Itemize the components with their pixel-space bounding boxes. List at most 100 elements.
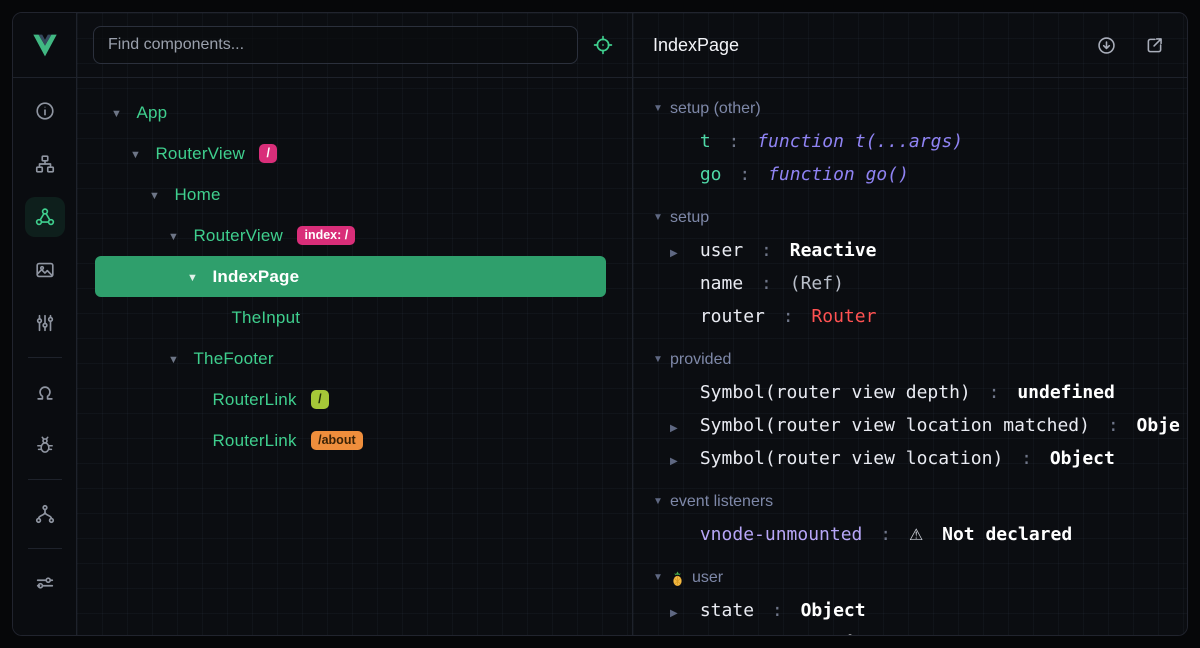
tree-row[interactable]: ▼ TheFooter xyxy=(95,338,606,379)
state-row[interactable]: ▶ name : (Ref) xyxy=(670,267,1187,300)
chevron-down-icon[interactable]: ▼ xyxy=(130,135,146,176)
sidebar-divider xyxy=(28,357,62,358)
tree-row[interactable]: ▼ App xyxy=(95,92,606,133)
section-header[interactable]: ▼ event listeners xyxy=(653,485,1187,518)
vertical-sliders-icon xyxy=(34,312,56,334)
info-icon xyxy=(34,100,56,122)
route-badge: /about xyxy=(311,431,363,450)
state-key: router xyxy=(700,306,765,327)
tree-row[interactable]: ▶ RouterLink / xyxy=(95,379,606,420)
state-key: Symbol(router view location) xyxy=(700,448,1003,469)
component-name: TheInput xyxy=(231,308,300,327)
state-section: ▼ event listeners ▶ vnode-unmounted : ⚠ … xyxy=(653,485,1187,551)
scroll-to-component-button[interactable] xyxy=(1089,28,1123,62)
route-badge: index: / xyxy=(297,226,355,245)
chevron-right-icon[interactable]: ▶ xyxy=(670,237,689,270)
sidebar-nav xyxy=(13,78,76,603)
components-toolbar xyxy=(77,13,632,78)
state-row[interactable]: ▶ Symbol(router view location) : Object xyxy=(670,442,1187,475)
state-row[interactable]: ▶ state : Object xyxy=(670,594,1187,627)
logo-area xyxy=(13,13,76,78)
component-name: IndexPage xyxy=(212,267,299,286)
section-title: setup xyxy=(670,209,709,227)
chevron-down-icon: ▼ xyxy=(653,103,670,114)
tree-row[interactable]: ▼ RouterView index: / xyxy=(95,215,606,256)
sidebar-item-pages[interactable] xyxy=(25,197,65,237)
tree-row[interactable]: ▶ TheInput xyxy=(95,297,606,338)
component-tree-icon xyxy=(34,153,56,175)
state-key: vnode-unmounted xyxy=(700,524,863,545)
separator: : xyxy=(783,306,794,327)
state-value: Object xyxy=(822,633,887,635)
sidebar-item-components[interactable] xyxy=(25,144,65,184)
sidebar-item-overview[interactable] xyxy=(25,91,65,131)
inspect-target-button[interactable] xyxy=(586,28,620,62)
search-input[interactable] xyxy=(93,26,578,64)
state-value: Reactive xyxy=(790,240,877,261)
chevron-down-icon[interactable]: ▼ xyxy=(168,217,184,258)
separator: : xyxy=(772,600,783,621)
section-header[interactable]: ▼ setup xyxy=(653,201,1187,234)
state-row[interactable]: ▶ go : function go() xyxy=(670,158,1187,191)
inspector-header: IndexPage xyxy=(633,13,1187,78)
selected-component-title: IndexPage xyxy=(653,35,739,56)
tree-row-selected[interactable]: ▼ IndexPage xyxy=(95,256,606,297)
sidebar-item-hooks[interactable] xyxy=(25,372,65,412)
horizontal-sliders-icon xyxy=(34,572,56,594)
state-row[interactable]: ▶ user : Reactive xyxy=(670,234,1187,267)
section-header[interactable]: ▼ provided xyxy=(653,343,1187,376)
component-tree: ▼ App ▼ RouterView / ▼ Home ▼ RouterView… xyxy=(77,78,632,635)
chevron-right-icon[interactable]: ▶ xyxy=(670,445,689,478)
bug-icon xyxy=(34,434,56,456)
state-row[interactable]: ▶ t : function t(...args) xyxy=(670,125,1187,158)
warning-icon: ⚠ xyxy=(909,525,923,544)
branch-nodes-icon xyxy=(34,503,56,525)
separator: : xyxy=(794,633,805,635)
route-badge: / xyxy=(311,390,328,409)
section-header[interactable]: ▼ setup (other) xyxy=(653,92,1187,125)
component-name: RouterView xyxy=(155,144,245,163)
chevron-right-icon[interactable]: ▶ xyxy=(670,630,689,635)
hook-icon xyxy=(34,381,56,403)
chevron-right-icon[interactable]: ▶ xyxy=(670,597,689,630)
section-title: setup (other) xyxy=(670,100,761,118)
state-value: function go() xyxy=(768,164,909,185)
component-name: TheFooter xyxy=(193,349,273,368)
chevron-down-icon: ▼ xyxy=(653,496,670,507)
component-name: Home xyxy=(174,185,220,204)
state-key: getters xyxy=(700,633,776,635)
sidebar-item-timeline[interactable] xyxy=(25,303,65,343)
chevron-right-icon[interactable]: ▶ xyxy=(670,412,689,445)
tree-row[interactable]: ▼ RouterView / xyxy=(95,133,606,174)
sidebar-item-bugs[interactable] xyxy=(25,425,65,465)
chevron-down-icon[interactable]: ▼ xyxy=(111,94,127,135)
state-value: Not declared xyxy=(942,524,1072,545)
open-in-editor-button[interactable] xyxy=(1137,28,1171,62)
state-row[interactable]: ▶ router : Router xyxy=(670,300,1187,333)
chevron-down-icon[interactable]: ▼ xyxy=(168,340,184,381)
sidebar-item-assets[interactable] xyxy=(25,250,65,290)
section-title: event listeners xyxy=(670,493,773,511)
state-row[interactable]: ▶ vnode-unmounted : ⚠ Not declared xyxy=(670,518,1187,551)
state-row[interactable]: ▶ Symbol(router view location matched) :… xyxy=(670,409,1187,442)
tree-row[interactable]: ▶ RouterLink /about xyxy=(95,420,606,461)
section-header[interactable]: ▼ user xyxy=(653,561,1187,594)
state-key: user xyxy=(700,240,743,261)
chevron-down-icon[interactable]: ▼ xyxy=(187,258,203,299)
chevron-down-icon[interactable]: ▼ xyxy=(149,176,165,217)
tree-row[interactable]: ▼ Home xyxy=(95,174,606,215)
inspector-body: ▼ setup (other) ▶ t : function t(...args… xyxy=(633,78,1187,635)
state-row[interactable]: ▶ getters : Object xyxy=(670,627,1187,635)
separator: : xyxy=(1108,415,1119,436)
component-name: RouterLink xyxy=(212,390,296,409)
state-key: Symbol(router view depth) xyxy=(700,382,971,403)
sidebar-item-pipeline[interactable] xyxy=(25,494,65,534)
sidebar-item-settings[interactable] xyxy=(25,563,65,603)
route-badge: / xyxy=(259,144,276,163)
state-row[interactable]: ▶ Symbol(router view depth) : undefined xyxy=(670,376,1187,409)
state-key: t xyxy=(700,131,711,152)
image-icon xyxy=(34,259,56,281)
state-value: Object xyxy=(801,600,866,621)
state-value: Router xyxy=(811,306,876,327)
inspector-actions xyxy=(1089,28,1171,62)
